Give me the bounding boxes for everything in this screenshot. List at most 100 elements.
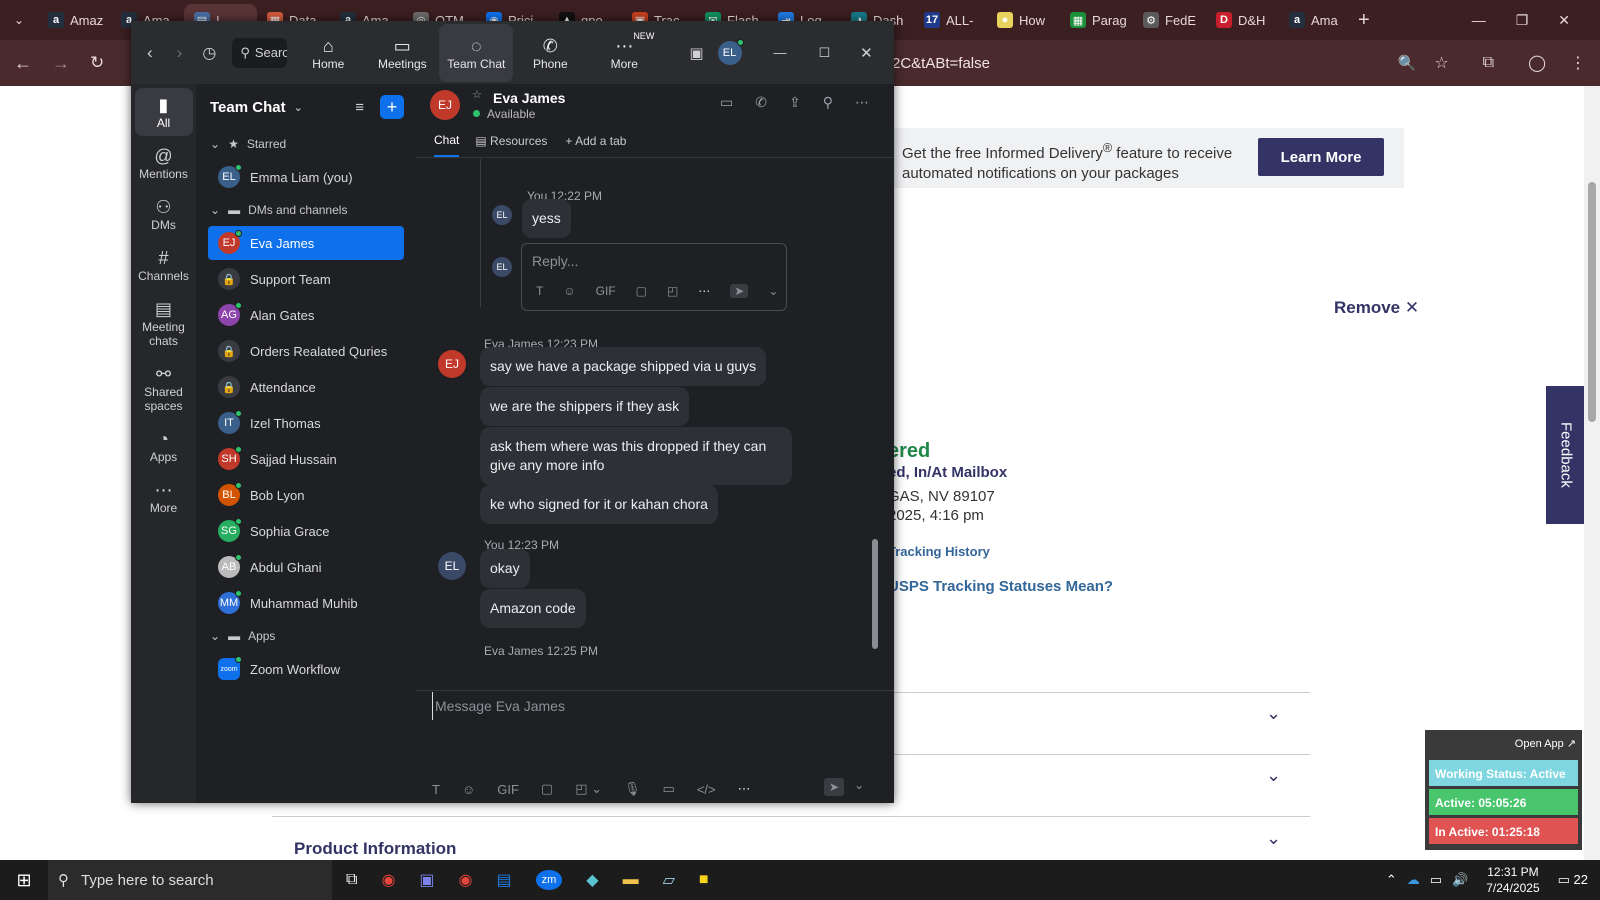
zoom-forward-icon[interactable]: › (177, 43, 183, 63)
sidebar-item[interactable]: 🔒 Orders Realated Quries (208, 334, 404, 368)
close-icon[interactable]: ✕ (1558, 12, 1570, 29)
volume-icon[interactable]: 🔊 (1452, 872, 1468, 888)
chrome-icon[interactable]: ◉ (381, 870, 395, 890)
sidebar-item[interactable]: AG Alan Gates (208, 298, 404, 332)
zoom-taskbar-icon[interactable]: zm (535, 870, 563, 890)
tray-overflow-icon[interactable]: ⌃ (1386, 872, 1397, 888)
sidebar-item[interactable]: zoom Zoom Workflow (208, 652, 404, 686)
file-icon[interactable]: ▢ (541, 781, 553, 797)
thread-reply-bubble[interactable]: yess (522, 199, 571, 238)
screenshot-icon[interactable]: ◰ (667, 284, 678, 298)
page-scrollbar[interactable] (1584, 86, 1600, 860)
rail-shared-spaces[interactable]: ⚯ Shared spaces (135, 357, 193, 419)
sidebar-item[interactable]: 🔒 Attendance (208, 370, 404, 404)
video-call-icon[interactable]: ▭ (720, 94, 733, 111)
sidebar-item[interactable]: IT Izel Thomas (208, 406, 404, 440)
zoom-search-input[interactable]: ⚲ Search (232, 37, 288, 68)
format-text-icon[interactable]: T (536, 284, 543, 298)
address-bar[interactable]: 2C&tABt=false (870, 46, 1420, 80)
notepad-icon[interactable]: ▱ (663, 870, 675, 890)
open-app-link[interactable]: Open App ↗ (1515, 737, 1576, 750)
contact-avatar[interactable]: EJ (430, 90, 460, 120)
share-screen-icon[interactable]: ⇪ (789, 94, 801, 111)
nav-meetings[interactable]: ▭ Meetings (365, 24, 439, 82)
message-composer-input[interactable]: Message Eva James (432, 692, 872, 720)
restore-icon[interactable]: ❐ (1516, 12, 1529, 29)
rail-mentions[interactable]: @ Mentions (135, 139, 193, 187)
scrollbar-thumb[interactable] (1588, 182, 1596, 422)
avatar[interactable]: EL (438, 552, 466, 580)
contact-name[interactable]: Eva James (493, 90, 565, 106)
star-icon[interactable]: ☆ (472, 88, 482, 101)
history-icon[interactable]: ◷ (202, 43, 216, 63)
chevron-down-icon[interactable]: ⌄ (1266, 765, 1281, 786)
file-icon[interactable]: ▢ (636, 284, 647, 298)
notification-icon[interactable]: ▭ 22 (1558, 872, 1588, 888)
sidebar-title[interactable]: Team Chat (210, 99, 286, 116)
bookmark-star-icon[interactable]: ☆ (1434, 53, 1448, 73)
sidebar-item[interactable]: 🔒 Support Team (208, 262, 404, 296)
sidebar-item[interactable]: SG Sophia Grace (208, 514, 404, 548)
starred-section-header[interactable]: ⌄ ★ Starred (196, 130, 416, 158)
calendar-icon[interactable]: ▣ (689, 44, 703, 62)
rail-apps[interactable]: ◔ Apps (135, 422, 193, 470)
nav-home[interactable]: ⌂ Home (291, 24, 365, 82)
dms-section-header[interactable]: ⌄ ▬ DMs and channels (196, 196, 416, 224)
tab-resources[interactable]: ▤ Resources (475, 134, 547, 148)
tab-search-icon[interactable]: ⌄ (0, 13, 38, 27)
profile-icon[interactable]: ◯ (1528, 53, 1546, 73)
back-icon[interactable]: ← (14, 53, 32, 74)
more-icon[interactable]: ⋯ (698, 284, 710, 298)
avatar[interactable]: EJ (438, 350, 466, 378)
search-icon[interactable]: ⚲ (823, 94, 833, 111)
zoom-back-icon[interactable]: ‹ (147, 43, 153, 63)
zoom-maximize-icon[interactable]: ☐ (819, 45, 831, 61)
forward-icon[interactable]: → (52, 53, 70, 74)
more-options-icon[interactable]: ⋯ (855, 94, 869, 111)
code-snippet-icon[interactable]: </> (697, 782, 716, 797)
microphone-icon[interactable]: 🎙 (624, 781, 641, 797)
sidebar-item[interactable]: EL Emma Liam (you) (208, 160, 404, 194)
nav-phone[interactable]: ✆ Phone (513, 24, 587, 82)
phone-call-icon[interactable]: ✆ (755, 94, 767, 111)
outlook-icon[interactable]: ▤ (497, 870, 512, 890)
browser-tab[interactable]: ▦ Parag (1060, 4, 1133, 36)
zoom-close-icon[interactable]: ✕ (860, 44, 873, 62)
avatar[interactable]: EL (717, 38, 744, 65)
rail-channels[interactable]: # Channels (135, 241, 193, 289)
video-message-icon[interactable]: ▭ (663, 781, 675, 797)
gif-icon[interactable]: GIF (497, 782, 519, 797)
chevron-down-icon[interactable]: ⌄ (294, 101, 303, 114)
browser-tab[interactable]: a Amaz (38, 4, 111, 36)
chevron-down-icon[interactable]: ⌄ (1266, 828, 1281, 849)
browser-tab[interactable]: D D&H (1206, 4, 1279, 36)
message-bubble[interactable]: Amazon code (480, 589, 586, 628)
screenshot-icon[interactable]: ◰ ⌄ (575, 781, 602, 797)
format-text-icon[interactable]: T (432, 782, 440, 797)
chevron-down-icon[interactable]: ⌄ (854, 778, 864, 796)
product-information-header[interactable]: Product Information (294, 839, 456, 859)
browser-tab[interactable]: 17 ALL- (914, 4, 987, 36)
chevron-down-icon[interactable]: ⌄ (1266, 703, 1281, 724)
message-bubble[interactable]: ask them where was this dropped if they … (480, 427, 792, 485)
emoji-icon[interactable]: ☺ (563, 284, 575, 298)
file-explorer-icon[interactable]: ▬ (623, 871, 639, 889)
statuses-link[interactable]: USPS Tracking Statuses Mean? (888, 578, 1113, 595)
browser-tab[interactable]: a Ama (1279, 4, 1352, 36)
task-view-icon[interactable]: ⧉ (346, 871, 357, 889)
teams-icon[interactable]: ▣ (419, 870, 434, 890)
reply-box[interactable]: Reply... T ☺ GIF ▢ ◰ ⋯ ➤ ⌄ (521, 243, 787, 311)
learn-more-button[interactable]: Learn More (1258, 138, 1384, 176)
chevron-down-icon[interactable]: ⌄ (768, 284, 778, 298)
message-bubble[interactable]: we are the shippers if they ask (480, 387, 690, 426)
send-icon[interactable]: ➤ (730, 284, 749, 298)
send-icon[interactable]: ➤ (824, 778, 845, 796)
feedback-tab[interactable]: Feedback (1546, 386, 1586, 524)
apps-section-header[interactable]: ⌄ ▬ Apps (196, 622, 416, 650)
new-chat-plus-icon[interactable]: + (380, 95, 404, 119)
chat-scrollbar[interactable] (872, 159, 878, 735)
message-list[interactable]: You 12:22 PM EL yess EL Reply... T ☺ GIF… (416, 159, 881, 735)
browser-tab[interactable]: ⚙ FedE (1133, 4, 1206, 36)
rail-all[interactable]: ▮ All (134, 88, 193, 136)
new-tab-icon[interactable]: + (1358, 9, 1388, 32)
